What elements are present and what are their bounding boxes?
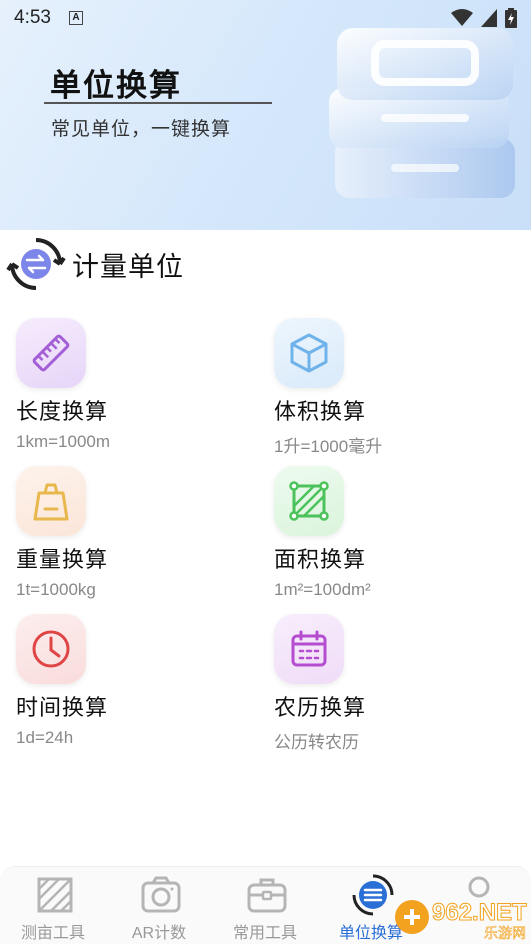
ruler-icon <box>16 318 86 388</box>
cube-icon <box>274 318 344 388</box>
clock-icon <box>16 614 86 684</box>
tool-name: 重量换算 <box>16 547 109 572</box>
area-square-icon <box>274 466 344 536</box>
unit-convert-icon <box>352 874 394 916</box>
status-time: 4:53 <box>14 7 51 28</box>
hero-banner: 4:53 A 单位换算 常见单位，一键换算 <box>0 0 531 230</box>
tool-name: 体积换算 <box>274 399 367 424</box>
tool-desc: 1km=1000m <box>16 432 111 451</box>
measure-field-icon <box>37 877 73 913</box>
area-converter[interactable]: 面积换算 1m²=100dm² <box>274 466 504 606</box>
weight-converter[interactable]: 重量换算 1t=1000kg <box>16 466 246 606</box>
length-converter[interactable]: 长度换算 1km=1000m <box>16 318 246 458</box>
watermark-sub: 乐游网 <box>484 925 526 941</box>
nav-common-tools[interactable]: 常用工具 <box>215 867 315 944</box>
tool-desc: 1升=1000毫升 <box>274 437 383 456</box>
glass-cube-illustration <box>329 28 515 198</box>
watermark-logo: 962.NET 乐游网 <box>395 899 528 941</box>
camera-icon <box>141 876 181 913</box>
calendar-icon <box>274 614 344 684</box>
hero-title: 单位换算 <box>50 68 182 103</box>
time-converter[interactable]: 时间换算 1d=24h <box>16 614 246 754</box>
lunar-calendar-converter[interactable]: 农历换算 公历转农历 <box>274 614 504 754</box>
nav-label: 测亩工具 <box>20 925 85 942</box>
convert-arrows-icon <box>6 238 66 290</box>
hero-subtitle: 常见单位，一键换算 <box>51 119 232 140</box>
section-header: 计量单位 <box>6 234 184 294</box>
tool-name: 农历换算 <box>274 695 367 720</box>
tool-desc: 1t=1000kg <box>16 580 96 599</box>
watermark-text: 962.NET <box>432 899 527 926</box>
volume-converter[interactable]: 体积换算 1升=1000毫升 <box>274 318 504 458</box>
section-title: 计量单位 <box>72 251 184 282</box>
tool-name: 面积换算 <box>274 547 367 572</box>
weight-bag-icon <box>16 466 86 536</box>
nav-label: 常用工具 <box>232 925 297 942</box>
notification-icon: A <box>68 11 83 25</box>
tool-name: 时间换算 <box>16 695 109 720</box>
toolbox-icon <box>247 878 287 913</box>
tool-desc: 公历转农历 <box>274 733 359 752</box>
nav-measure-field[interactable]: 测亩工具 <box>3 867 103 944</box>
tool-desc: 1m²=100dm² <box>274 580 371 599</box>
nav-ar-count[interactable]: AR计数 <box>109 867 209 944</box>
tool-name: 长度换算 <box>16 399 109 424</box>
tool-desc: 1d=24h <box>16 728 74 747</box>
hero-divider <box>44 102 272 104</box>
nav-label: AR计数 <box>131 925 187 942</box>
